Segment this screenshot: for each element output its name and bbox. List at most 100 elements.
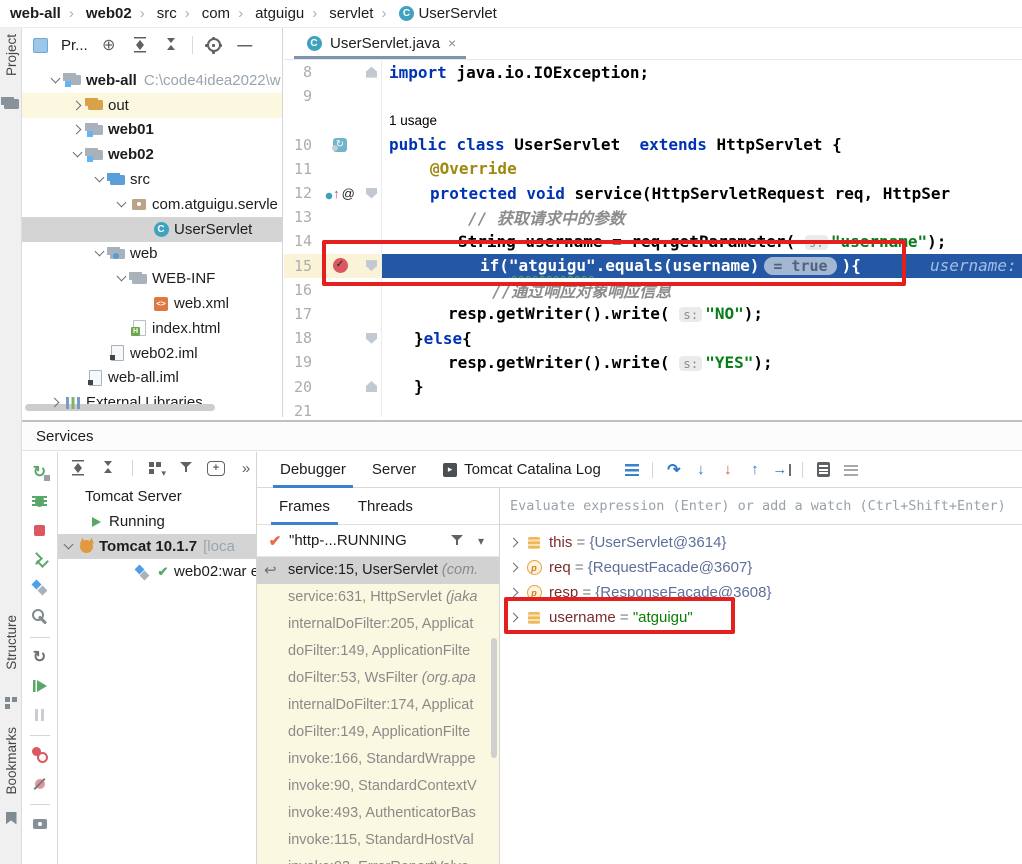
stack-frame-row[interactable]: invoke:115, StandardHostVal xyxy=(257,827,499,854)
variable-row[interactable]: req = {RequestFacade@3607} xyxy=(500,555,1022,580)
stack-frame-row[interactable]: doFilter:149, ApplicationFilte xyxy=(257,719,499,746)
stack-frame-row[interactable]: invoke:166, StandardWrappe xyxy=(257,746,499,773)
subtab[interactable]: Frames xyxy=(265,488,344,525)
fold-marker-icon[interactable] xyxy=(366,163,377,174)
refresh-icon[interactable] xyxy=(30,647,50,667)
sep-icon[interactable] xyxy=(30,636,50,638)
code-text[interactable]: 1 usage xyxy=(382,113,437,128)
resume-icon[interactable] xyxy=(30,676,50,696)
stack-frame-row[interactable]: doFilter:53, WsFilter (org.apa xyxy=(257,665,499,692)
stack-frame-row[interactable]: invoke:493, AuthenticatorBas xyxy=(257,800,499,827)
fold-marker-icon[interactable] xyxy=(366,67,377,78)
debug-icon[interactable] xyxy=(30,491,50,511)
breakpoints-icon[interactable] xyxy=(30,745,50,765)
rerun-icon[interactable] xyxy=(30,462,50,482)
expand-chevron-icon[interactable] xyxy=(508,585,523,600)
code-text[interactable]: //通过响应对象响应信息 xyxy=(382,278,671,302)
stop-icon[interactable] xyxy=(30,520,50,540)
expand-all-icon[interactable] xyxy=(130,35,150,55)
run-class-icon[interactable] xyxy=(333,138,347,152)
stack-frame-row[interactable]: doFilter:149, ApplicationFilte xyxy=(257,638,499,665)
mute-icon[interactable] xyxy=(30,774,50,794)
hamburger-icon[interactable] xyxy=(622,460,642,480)
filter-icon[interactable] xyxy=(447,531,467,551)
tree-row[interactable]: UserServlet xyxy=(22,217,282,242)
stripe-structure-button[interactable]: Structure xyxy=(0,615,22,670)
code-text[interactable]: resp.getWriter().write( s:"YES"); xyxy=(382,353,773,372)
code-line[interactable]: 13 // 获取请求中的参数 xyxy=(284,205,1022,229)
breadcrumb-item[interactable]: src xyxy=(132,5,177,22)
variable-row[interactable]: resp = {ResponseFacade@3608} xyxy=(500,580,1022,605)
stepover-icon[interactable] xyxy=(664,460,684,480)
chevron-icon[interactable] xyxy=(115,271,130,286)
code-line[interactable]: 11 @Override xyxy=(284,157,1022,181)
tree-row[interactable]: out xyxy=(22,93,282,118)
debugger-tab[interactable]: Server xyxy=(359,452,429,488)
collapse-all-icon[interactable] xyxy=(161,35,181,55)
fold-marker-icon[interactable] xyxy=(366,212,377,223)
stripe-structure-icon-button[interactable] xyxy=(0,692,22,712)
layout-icon[interactable] xyxy=(841,460,861,480)
chevron-icon[interactable] xyxy=(72,514,87,529)
tree-row[interactable]: web.xml xyxy=(22,291,282,316)
tree-row[interactable]: web-all C:\code4idea2022\w xyxy=(22,68,282,93)
chevron-icon[interactable] xyxy=(49,395,64,410)
variable-row[interactable]: username = "atguigu" xyxy=(500,605,1022,630)
chevron-icon[interactable] xyxy=(62,539,77,554)
breadcrumb-item[interactable]: servlet xyxy=(304,5,373,22)
code-line[interactable]: 17 resp.getWriter().write( s:"NO"); xyxy=(284,302,1022,326)
subtab[interactable]: Threads xyxy=(344,488,427,525)
stack-frame-row[interactable]: service:631, HttpServlet (jaka xyxy=(257,584,499,611)
stack-frame-row[interactable]: internalDoFilter:174, Applicat xyxy=(257,692,499,719)
forcestep-icon[interactable] xyxy=(718,460,738,480)
fold-marker-icon[interactable] xyxy=(366,115,377,126)
code-line[interactable]: 8 import java.io.IOException; xyxy=(284,60,1022,84)
expand-icon[interactable] xyxy=(68,458,88,478)
frames-scrollbar[interactable] xyxy=(491,638,497,758)
code-text[interactable]: resp.getWriter().write( s:"NO"); xyxy=(382,304,763,323)
expand-chevron-icon[interactable] xyxy=(508,560,523,575)
sep-icon[interactable] xyxy=(30,803,50,805)
calculator-icon[interactable] xyxy=(814,460,834,480)
chevron-icon[interactable] xyxy=(93,172,108,187)
stripe-project-folder-button[interactable] xyxy=(0,94,22,114)
chevron-icon[interactable] xyxy=(49,73,64,88)
group-icon[interactable] xyxy=(146,458,166,478)
chevron-icon[interactable] xyxy=(137,222,152,237)
sep-icon[interactable] xyxy=(799,460,807,480)
gear-icon[interactable] xyxy=(204,35,224,55)
fold-marker-icon[interactable] xyxy=(366,308,377,319)
thread-selector[interactable]: "http-...RUNNING xyxy=(257,525,499,557)
code-line[interactable]: 9 xyxy=(284,84,1022,108)
runtocursor-icon[interactable] xyxy=(772,460,792,480)
services-tree-row[interactable]: web02:war ex xyxy=(58,559,256,584)
breadcrumb-item[interactable]: atguigu xyxy=(230,5,304,22)
chevron-icon[interactable] xyxy=(71,147,86,162)
stepinto-icon[interactable] xyxy=(691,460,711,480)
stack-frame-row[interactable]: invoke:93, ErrorReportValve xyxy=(257,854,499,864)
deploy-icon[interactable] xyxy=(30,549,50,569)
code-line[interactable]: 12 protected void service(HttpServletReq… xyxy=(284,181,1022,205)
fold-marker-icon[interactable] xyxy=(366,91,377,102)
stack-frame-row[interactable]: internalDoFilter:205, Applicat xyxy=(257,611,499,638)
variable-row[interactable]: this = {UserServlet@3614} xyxy=(500,530,1022,555)
stepout-icon[interactable] xyxy=(745,460,765,480)
locate-file-icon[interactable] xyxy=(99,35,119,55)
stripe-project-button[interactable]: Project xyxy=(0,34,22,76)
camera-icon[interactable] xyxy=(30,814,50,834)
chevron-icon[interactable] xyxy=(137,296,152,311)
pause-icon[interactable] xyxy=(30,705,50,725)
code-text[interactable]: protected void service(HttpServletReques… xyxy=(382,184,950,203)
chevron-down-icon[interactable] xyxy=(471,531,491,551)
fold-marker-icon[interactable] xyxy=(366,381,377,392)
code-text[interactable]: import java.io.IOException; xyxy=(382,63,649,82)
expand-chevron-icon[interactable] xyxy=(508,535,523,550)
sep-icon[interactable] xyxy=(30,734,50,736)
wrench-icon[interactable] xyxy=(30,607,50,627)
stripe-bookmarks-button[interactable]: Bookmarks xyxy=(0,727,22,795)
chevron-icon[interactable] xyxy=(115,197,130,212)
more-icon[interactable] xyxy=(236,458,256,478)
code-text[interactable]: // 获取请求中的参数 xyxy=(382,205,625,229)
evaluate-expression-input[interactable]: Evaluate expression (Enter) or add a wat… xyxy=(500,488,1022,525)
fold-marker-icon[interactable] xyxy=(366,188,377,199)
